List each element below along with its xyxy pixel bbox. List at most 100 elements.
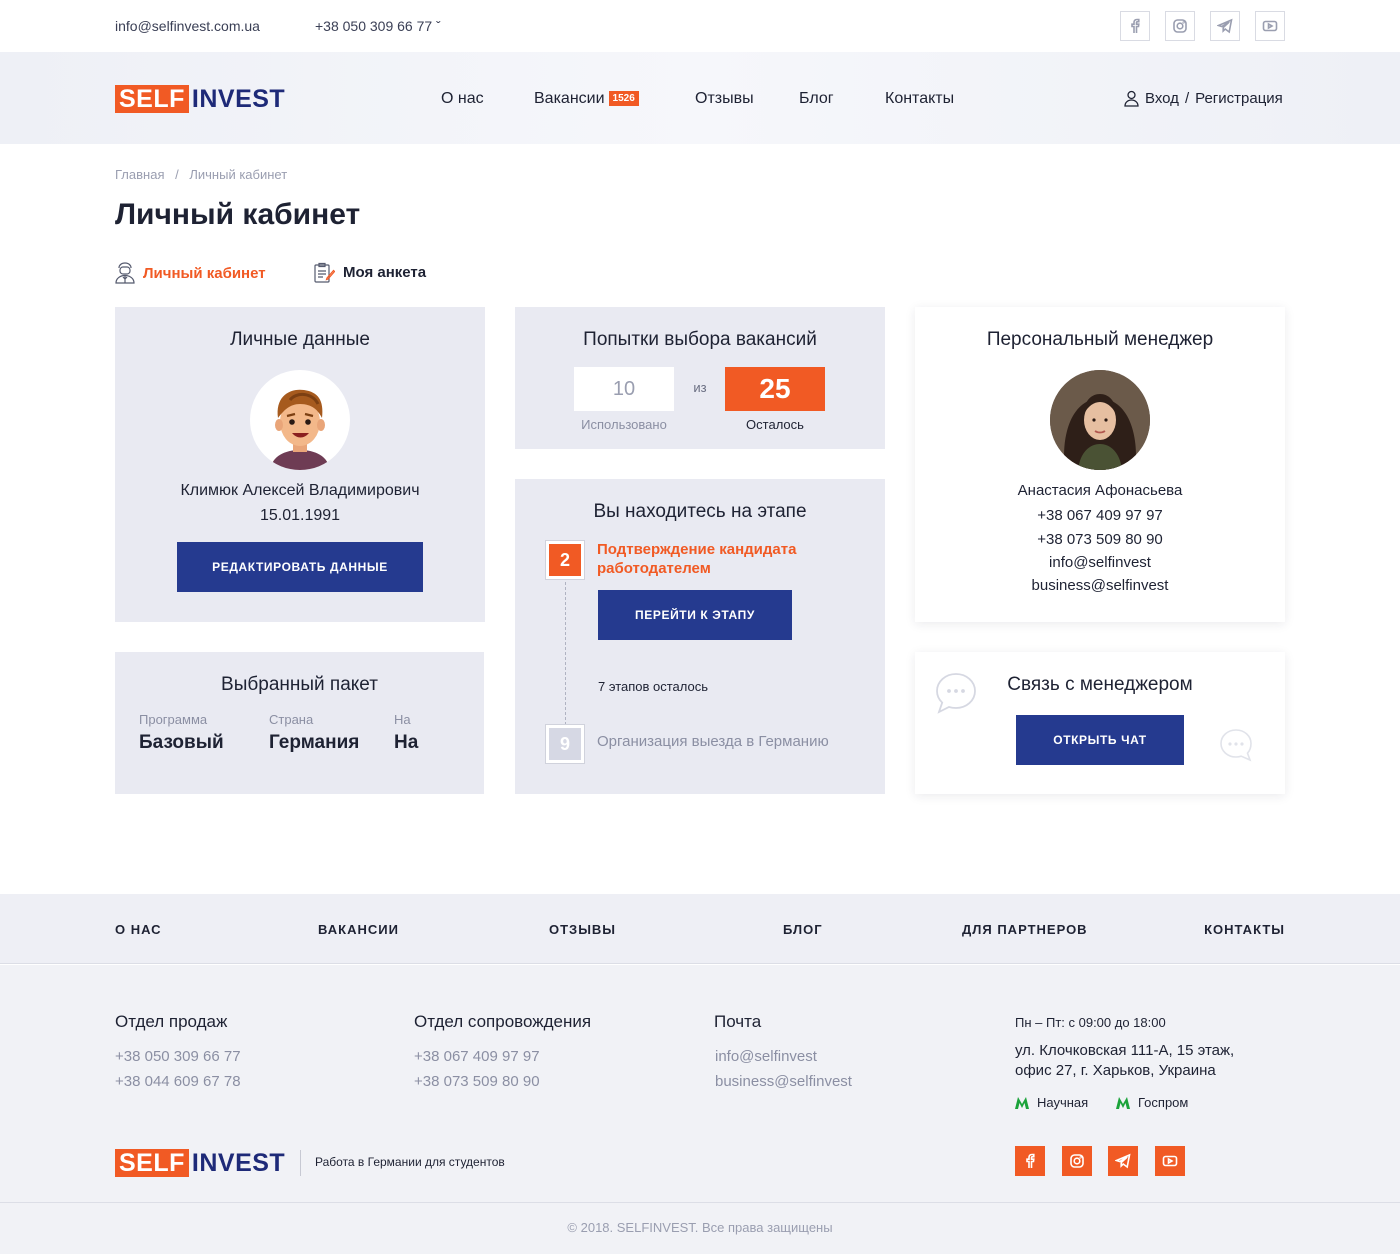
footer-youtube-icon[interactable]	[1155, 1146, 1185, 1176]
login-link[interactable]: Вход	[1145, 90, 1179, 107]
support-phone-2[interactable]: +38 073 509 80 90	[414, 1073, 540, 1090]
breadcrumb-separator: /	[175, 167, 179, 182]
stages-remaining: 7 этапов осталось	[598, 679, 709, 694]
current-stage-card: Вы находитесь на этапе 2 Подтверждение к…	[515, 479, 885, 794]
tab-cabinet[interactable]: Личный кабинет	[115, 262, 266, 284]
footer-logo[interactable]: SELF INVEST	[115, 1149, 285, 1177]
page-title: Личный кабинет	[115, 198, 361, 231]
stage-timeline	[565, 577, 566, 725]
metro-station-2-label: Госпром	[1138, 1095, 1189, 1110]
support-phone-1[interactable]: +38 067 409 97 97	[414, 1048, 540, 1065]
final-stage-marker: 9	[545, 724, 585, 764]
sales-phone-2[interactable]: +38 044 609 67 78	[115, 1073, 241, 1090]
selected-package-card: Выбранный пакет Программа Базовый Страна…	[115, 652, 484, 794]
address-line-1: ул. Клочковская 111-А, 15 этаж,	[1015, 1042, 1235, 1059]
mail-title: Почта	[714, 1012, 762, 1031]
auth-links: Вход / Регистрация	[1124, 90, 1283, 107]
logo-invest: INVEST	[191, 85, 286, 113]
nav-contacts[interactable]: Контакты	[885, 90, 954, 108]
copyright: © 2018. SELFINVEST. Все права защищены	[0, 1202, 1400, 1254]
work-hours: Пн – Пт: с 09:00 до 18:00	[1015, 1015, 1166, 1030]
footer-nav: О НАС ВАКАНСИИ ОТЗЫВЫ БЛОГ ДЛЯ ПАРТНЕРОВ…	[0, 894, 1400, 964]
footer-nav-contacts[interactable]: КОНТАКТЫ	[1204, 922, 1285, 937]
program-value: Базовый	[139, 732, 224, 753]
current-stage-marker: 2	[545, 540, 585, 580]
personal-manager-card: Персональный менеджер Анастасия Афонасье…	[915, 307, 1285, 622]
breadcrumb: Главная / Личный кабинет	[115, 167, 287, 182]
sales-phone-1[interactable]: +38 050 309 66 77	[115, 1048, 241, 1065]
top-bar: info@selfinvest.com.ua +38 050 309 66 77…	[0, 0, 1400, 52]
manager-chat-card: Связь с менеджером Открыть чат	[915, 652, 1285, 794]
footer-logo-self: SELF	[115, 1149, 189, 1177]
attempts-left-label: Осталось	[746, 417, 804, 432]
personal-data-card: Личные данные Климюк Алексей Владимирови…	[115, 307, 485, 622]
final-stage-number: 9	[549, 728, 581, 760]
nav-about[interactable]: О нас	[441, 90, 484, 108]
footer-instagram-icon[interactable]	[1062, 1146, 1092, 1176]
current-stage-title: Подтверждение кандидата работодателем	[597, 541, 797, 577]
attempts-used-value: 10	[574, 367, 674, 411]
personal-data-title: Личные данные	[230, 329, 370, 350]
footer-facebook-icon[interactable]	[1015, 1146, 1045, 1176]
footer-tagline: Работа в Германии для студентов	[315, 1155, 505, 1169]
top-phone-dropdown[interactable]: +38 050 309 66 77 ˇ	[315, 18, 441, 34]
footer-nav-reviews[interactable]: ОТЗЫВЫ	[549, 922, 616, 937]
telegram-icon[interactable]	[1210, 11, 1240, 41]
sales-title: Отдел продаж	[115, 1012, 228, 1031]
user-avatar	[250, 370, 350, 470]
breadcrumb-home[interactable]: Главная	[115, 167, 164, 182]
footer-mail-2[interactable]: business@selfinvest	[715, 1073, 852, 1090]
attempts-left-value: 25	[725, 367, 825, 411]
attempts-used-label: Использовано	[581, 417, 667, 432]
manager-title: Персональный менеджер	[986, 329, 1214, 350]
manager-phone-2[interactable]: +38 073 509 80 90	[915, 531, 1285, 548]
manager-photo	[1050, 370, 1150, 470]
instagram-icon[interactable]	[1165, 11, 1195, 41]
footer-logo-invest: INVEST	[191, 1149, 286, 1177]
open-chat-button[interactable]: Открыть чат	[1016, 715, 1184, 765]
footer-nav-blog[interactable]: БЛОГ	[783, 922, 823, 937]
tab-profile-label: Моя анкета	[343, 264, 427, 281]
current-stage-number: 2	[549, 544, 581, 576]
footer-nav-about[interactable]: О НАС	[115, 922, 162, 937]
stage-title: Вы находитесь на этапе	[593, 501, 807, 522]
third-label: На	[394, 712, 411, 727]
footer-nav-vacancies[interactable]: ВАКАНСИИ	[318, 922, 399, 937]
youtube-icon[interactable]	[1255, 11, 1285, 41]
manager-email-1[interactable]: info@selfinvest	[915, 554, 1285, 571]
footer-nav-partners[interactable]: ДЛЯ ПАРТНЕРОВ	[962, 922, 1088, 937]
manager-name: Анастасия Афонасьева	[1017, 482, 1183, 499]
footer-mail-1[interactable]: info@selfinvest	[715, 1048, 817, 1065]
footer-telegram-icon[interactable]	[1108, 1146, 1138, 1176]
manager-phone-1[interactable]: +38 067 409 97 97	[915, 507, 1285, 524]
final-stage-title: Организация выезда в Германию	[597, 733, 829, 750]
user-cabinet-icon	[115, 262, 135, 284]
chat-title: Связь с менеджером	[1007, 674, 1193, 695]
logo[interactable]: SELF INVEST	[115, 85, 285, 113]
vacancies-count-badge: 1526	[608, 91, 639, 106]
metro-icon	[1015, 1096, 1029, 1109]
package-title: Выбранный пакет	[221, 674, 378, 695]
address-line-2: офис 27, г. Харьков, Украина	[1015, 1062, 1216, 1079]
auth-separator: /	[1184, 90, 1190, 107]
document-edit-icon	[314, 262, 335, 283]
attempts-title: Попытки выбора вакансий	[583, 329, 817, 350]
nav-vacancies-label: Вакансии	[534, 90, 605, 107]
edit-data-button[interactable]: Редактировать данные	[177, 542, 423, 592]
metro-station-2: Госпром	[1116, 1095, 1188, 1110]
tab-cabinet-label: Личный кабинет	[143, 264, 266, 282]
nav-vacancies[interactable]: Вакансии 1526	[534, 90, 639, 108]
manager-email-2[interactable]: business@selfinvest	[915, 577, 1285, 594]
breadcrumb-current: Личный кабинет	[189, 167, 288, 182]
go-to-stage-button[interactable]: Перейти к этапу	[598, 590, 792, 640]
register-link[interactable]: Регистрация	[1195, 90, 1283, 107]
nav-blog[interactable]: Блог	[799, 90, 834, 108]
tab-profile[interactable]: Моя анкета	[314, 262, 426, 283]
footer-logo-divider	[300, 1150, 301, 1176]
vacancy-attempts-card: Попытки выбора вакансий 10 Использовано …	[515, 307, 885, 449]
nav-reviews[interactable]: Отзывы	[695, 90, 754, 108]
facebook-icon[interactable]	[1120, 11, 1150, 41]
top-email-link[interactable]: info@selfinvest.com.ua	[115, 18, 260, 34]
third-value: На	[394, 732, 419, 753]
user-icon	[1124, 90, 1139, 107]
